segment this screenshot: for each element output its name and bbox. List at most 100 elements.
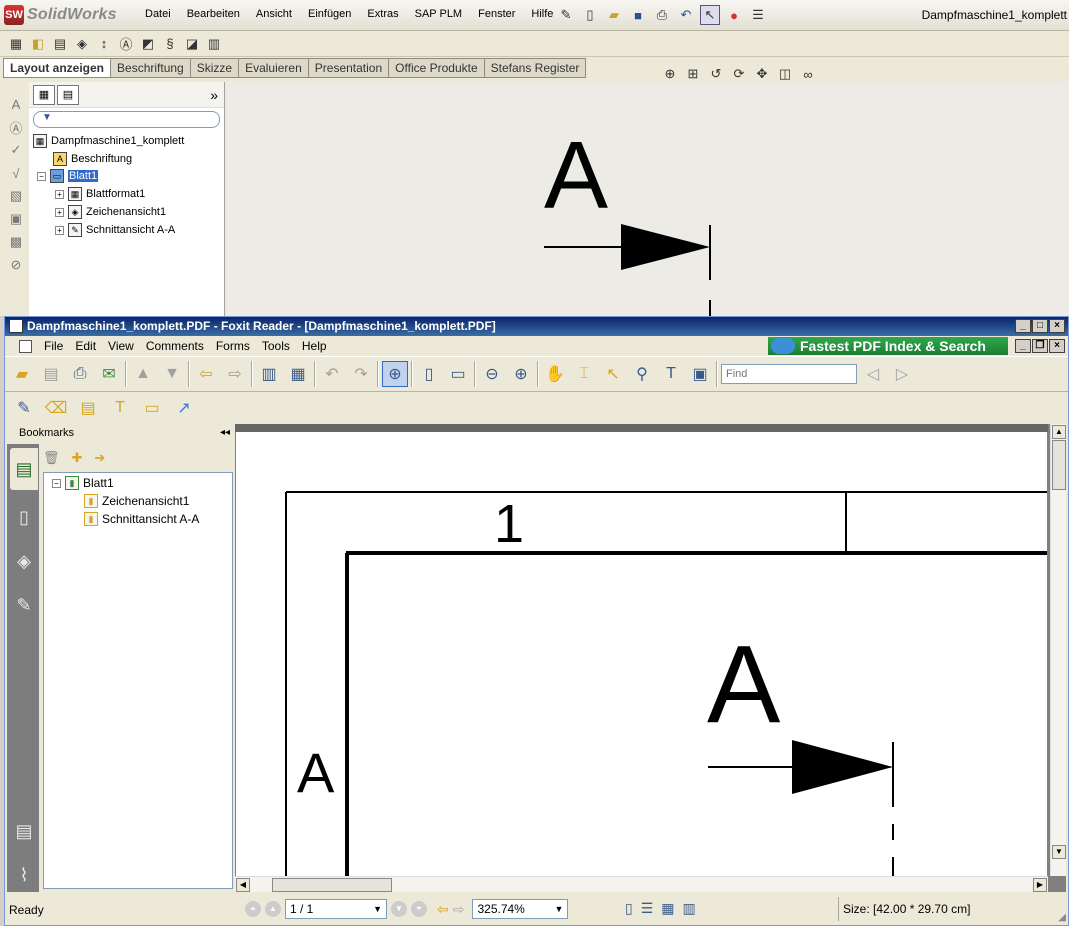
save-icon[interactable]: ■ [628,5,648,25]
redo-icon[interactable]: ↷ [348,361,374,387]
scroll-down-icon[interactable]: ▼ [1052,845,1066,859]
fit-page-icon[interactable]: ▯ [416,361,442,387]
section-view-icon[interactable]: ↕ [94,34,114,54]
menu-extras[interactable]: Extras [359,8,406,20]
datum-feature-icon[interactable]: ▣ [6,209,26,229]
collapse-sidebar-icon[interactable]: ◂◂ [220,424,230,442]
zoom-in-icon[interactable]: ⊕ [508,361,534,387]
tree-filter-input[interactable]: ▼ [33,111,220,128]
vertical-scroll-thumb[interactable] [1052,440,1066,490]
model-view-icon[interactable]: ▦ [6,34,26,54]
next-page-icon[interactable]: ▼ [391,901,407,917]
view-settings-icon[interactable]: ∞ [798,64,818,84]
single-page-icon[interactable]: ▯ [625,900,633,917]
horizontal-scroll-thumb[interactable] [272,878,392,892]
collapse-icon[interactable]: − [37,171,46,181]
tree-item-sheet-format[interactable]: + ▦ Blattformat1 [55,187,145,201]
comment-list-tab-icon[interactable]: ▤ [10,810,38,852]
menu-bearbeiten[interactable]: Bearbeiten [179,8,248,20]
surface-finish-icon[interactable]: √ [6,163,26,183]
balloon-icon[interactable]: Ⓐ [6,117,26,137]
standard-views-icon[interactable]: ▤ [50,34,70,54]
tab-beschriftung[interactable]: Beschriftung [111,58,191,78]
page-number-field[interactable]: 1 / 1 ▼ [285,899,387,919]
prev-page-icon[interactable]: ▲ [265,901,281,917]
expand-icon[interactable]: + [55,189,64,199]
continuous-facing-icon[interactable]: ▥ [683,900,696,917]
undo-icon[interactable]: ↶ [319,361,345,387]
broken-out-section-icon[interactable]: ◩ [138,34,158,54]
textbox-icon[interactable]: T [107,395,133,421]
back-icon[interactable]: ⇦ [193,361,219,387]
note-icon[interactable]: A [6,94,26,114]
menu-datei[interactable]: Datei [137,8,179,20]
bookmark-item[interactable]: ▮ Schnittansicht A-A [84,512,199,526]
expand-bookmark-icon[interactable]: ➔ [94,450,105,466]
horizontal-scrollbar[interactable]: ◀ ▶ [235,876,1048,892]
email-icon[interactable]: ✉ [96,361,122,387]
maximize-icon[interactable]: □ [1032,319,1048,333]
find-previous-icon[interactable]: ◁ [860,361,886,387]
tab-presentation[interactable]: Presentation [308,58,390,78]
scroll-left-icon[interactable]: ◀ [236,878,250,892]
arrow-icon[interactable]: ↗ [171,395,197,421]
select-cursor-icon[interactable]: ↖ [700,5,720,25]
menu-view[interactable]: View [102,339,140,353]
tab-evaluieren[interactable]: Evaluieren [239,58,309,78]
pages-tab-icon[interactable]: ▯ [10,496,38,538]
scroll-right-icon[interactable]: ▶ [1033,878,1047,892]
find-input[interactable] [721,364,857,384]
bookmark-item[interactable]: ▮ Zeichenansicht1 [84,494,189,508]
options-icon[interactable]: ☰ [748,5,768,25]
undo-icon[interactable]: ↶ [676,5,696,25]
pdf-page[interactable]: 1 A A [236,432,1047,876]
property-manager-tab-icon[interactable]: ▤ [57,84,79,105]
pan-icon[interactable]: ✥ [752,64,772,84]
menu-ansicht[interactable]: Ansicht [248,8,300,20]
menu-sap-plm[interactable]: SAP PLM [407,8,471,20]
attachments-tab-icon[interactable]: ⌇ [10,854,38,896]
eraser-icon[interactable]: ⌫ [43,395,69,421]
print-icon[interactable]: ⎙ [67,361,93,387]
vertical-scrollbar[interactable]: ▲ ▼ [1050,424,1066,876]
collapse-icon[interactable]: − [52,478,61,488]
find-next-icon[interactable]: ▷ [889,361,915,387]
tab-office-produkte[interactable]: Office Produkte [389,58,485,78]
callout-icon[interactable]: ▭ [139,395,165,421]
tab-stefans-register[interactable]: Stefans Register [484,58,587,78]
scroll-up-icon[interactable]: ▲ [1052,425,1066,439]
rebuild-traffic-light-icon[interactable]: ● [724,5,744,25]
spell-check-icon[interactable]: ✓ [6,140,26,160]
zoom-to-area-icon[interactable]: ⊞ [683,64,703,84]
menu-tools[interactable]: Tools [256,339,296,353]
weld-symbol-icon[interactable]: ▧ [6,186,26,206]
expand-icon[interactable]: + [55,225,64,235]
solidworks-drawing-canvas[interactable]: A [226,82,1069,316]
open-icon[interactable]: ▰ [9,361,35,387]
tab-skizze[interactable]: Skizze [190,58,240,78]
annotation-select-icon[interactable]: ↖ [600,361,626,387]
continuous-icon[interactable]: ☰ [641,900,654,917]
new-document-icon[interactable]: ▯ [580,5,600,25]
hatch-icon[interactable]: ▩ [6,232,26,252]
display-style-icon[interactable]: ◫ [775,64,795,84]
tab-layout-anzeigen[interactable]: Layout anzeigen [3,58,112,78]
first-page-icon[interactable]: ⏶ [245,901,261,917]
note-icon[interactable]: ▤ [75,395,101,421]
save-icon[interactable]: ▤ [38,361,64,387]
add-bookmark-icon[interactable]: ✚ [72,450,83,466]
comments-tab-icon[interactable]: ✎ [10,584,38,626]
rotate-view-icon[interactable]: ⟳ [729,64,749,84]
back-view-icon[interactable]: ⇦ [437,901,449,918]
typewriter-icon[interactable]: T [658,361,684,387]
tree-item-drawing-view[interactable]: + ◈ Zeichenansicht1 [55,205,166,219]
resize-grip-icon[interactable]: ◢ [1058,912,1066,923]
zoom-tool-icon[interactable]: ⊕ [382,361,408,387]
menu-forms[interactable]: Forms [210,339,256,353]
menu-fenster[interactable]: Fenster [470,8,523,20]
zoom-out-icon[interactable]: ⊖ [479,361,505,387]
bookmarks-tab-icon[interactable]: ▤ [10,448,38,490]
fit-width-icon[interactable]: ▭ [445,361,471,387]
menu-file[interactable]: File [38,339,69,353]
expand-panel-icon[interactable]: » [210,87,218,103]
